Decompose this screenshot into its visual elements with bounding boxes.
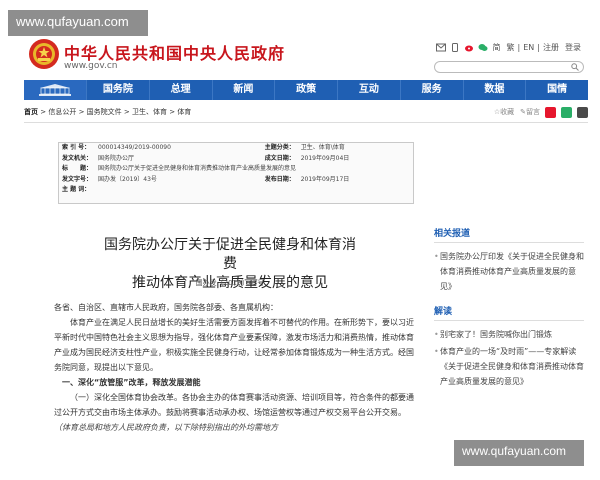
mobile-icon[interactable] <box>450 43 460 52</box>
responsibility-note: （体育总局和地方人民政府负责，以下除特别指出的外均需地方 <box>54 423 278 432</box>
breadcrumb-separator: > <box>123 108 132 116</box>
meta-key: 主 题 词： <box>62 186 91 193</box>
weibo-icon[interactable] <box>464 43 474 52</box>
meta-key: 索 引 号： <box>62 144 91 151</box>
favorite-label: 收藏 <box>500 108 515 116</box>
section-heading: 一、深化“放管服”改革，释放发展潜能 <box>62 378 201 387</box>
sidebar: 相关报道 • 国务院办公厅印发《关于促进全民健身和体育消费推动体育产业高质量发展… <box>434 226 584 391</box>
separator: | <box>517 43 521 52</box>
interpretation-title: 解读 <box>434 304 584 321</box>
search-icon[interactable] <box>571 63 579 71</box>
comment-button[interactable]: ✎ 留言 <box>520 104 540 120</box>
related-report-item[interactable]: • 国务院办公厅印发《关于促进全民健身和体育消费推动体育产业高质量发展的意见》 <box>434 249 584 294</box>
page-tools: ☆ 收藏 ✎ 留言 <box>488 104 588 120</box>
paragraph: （一）深化全国体育协会改革。各协会主办的体育赛事活动资源、培训项目等，符合条件的… <box>54 390 414 435</box>
breadcrumb-info-public[interactable]: 信息公开 <box>48 108 76 116</box>
link-simplified[interactable]: 简 <box>493 42 501 53</box>
meta-row: 发文字号： 国办发〔2019〕43号 发布日期： 2019年09月17日 <box>59 175 413 186</box>
watermark-top: www.qufayuan.com <box>8 10 148 36</box>
meta-value: 2019年09月04日 <box>300 154 350 162</box>
meta-key: 标 题： <box>62 165 93 172</box>
salutation: 各省、自治区、直辖市人民政府，国务院各部委、各直属机构： <box>54 303 278 312</box>
meta-row: 标 题： 国务院办公厅关于促进全民健身和体育消费推动体育产业高质量发展的意见 <box>59 164 413 175</box>
meta-value: 2019年09月17日 <box>300 175 350 183</box>
share-weibo-icon[interactable] <box>545 106 556 118</box>
breadcrumb: 首页 > 信息公开 > 国务院文件 > 卫生、体育 > 体育 ☆ 收藏 ✎ 留言 <box>24 104 588 120</box>
paragraph-text: （一）深化全国体育协会改革。各协会主办的体育赛事活动资源、培训项目等，符合条件的… <box>54 393 414 417</box>
link-english[interactable]: EN <box>523 43 534 52</box>
interpretation-item[interactable]: • 体育产业的一场“及时雨”——专家解读《关于促进全民健身和体育消费推动体育产业… <box>434 344 584 389</box>
share-wechat-icon[interactable] <box>561 106 572 118</box>
nav-news[interactable]: 新闻 <box>211 80 275 100</box>
document-metadata: 索 引 号： 000014349/2019-00090 主题分类： 卫生、体育\… <box>58 142 414 204</box>
nav-home[interactable] <box>24 80 86 100</box>
site-header: 中华人民共和国中央人民政府 www.gov.cn 简 繁 | EN | 注册 登… <box>24 34 584 78</box>
breadcrumb-separator: > <box>78 108 87 116</box>
watermark-bottom: www.qufayuan.com <box>454 440 584 466</box>
comment-label: 留言 <box>526 108 540 116</box>
separator: | <box>537 43 540 52</box>
nav-state-council[interactable]: 国务院 <box>86 80 149 100</box>
meta-row: 发文机关： 国务院办公厅 成文日期： 2019年09月04日 <box>59 154 413 165</box>
breadcrumb-state-council-docs[interactable]: 国务院文件 <box>87 108 122 116</box>
meta-value: 000014349/2019-00090 <box>98 144 171 151</box>
meta-key: 发文字号： <box>62 175 93 183</box>
meta-key: 发布日期： <box>264 175 295 183</box>
document-body: 各省、自治区、直辖市人民政府，国务院各部委、各直属机构： 体育产业在满足人民日益… <box>54 300 414 435</box>
link-login[interactable]: 登录 <box>565 42 581 53</box>
national-emblem-icon[interactable] <box>28 38 60 70</box>
link-traditional[interactable]: 繁 <box>507 42 515 53</box>
meta-value <box>95 185 413 196</box>
favorite-button[interactable]: ☆ 收藏 <box>494 104 514 120</box>
nav-policy[interactable]: 政策 <box>274 80 337 100</box>
meta-key: 主题分类： <box>264 144 295 151</box>
nav-data[interactable]: 数据 <box>462 80 526 100</box>
nav-national-info[interactable]: 国情 <box>525 80 588 100</box>
document-number: 国办发〔2019〕43号 <box>195 279 265 287</box>
breadcrumb-sports[interactable]: 体育 <box>177 108 191 116</box>
related-reports-title: 相关报道 <box>434 226 584 243</box>
meta-key: 成文日期： <box>264 154 295 162</box>
breadcrumb-health-sports[interactable]: 卫生、体育 <box>132 108 167 116</box>
meta-value: 国办发〔2019〕43号 <box>98 175 157 183</box>
paragraph: 体育产业在满足人民日益增长的美好生活需要方面发挥着不可替代的作用。在新形势下，要… <box>54 318 414 372</box>
meta-row: 索 引 号： 000014349/2019-00090 主题分类： 卫生、体育\… <box>59 143 413 154</box>
share-qzone-icon[interactable] <box>577 106 588 118</box>
page: www.qufayuan.com 中华人民共和国中央人民政府 www.gov.c… <box>0 0 600 480</box>
wechat-icon[interactable] <box>478 43 488 52</box>
meta-value: 卫生、体育\体育 <box>300 144 345 151</box>
meta-key: 发文机关： <box>62 154 93 162</box>
interpretation-link[interactable]: 体育产业的一场“及时雨”——专家解读《关于促进全民健身和体育消费推动体育产业高质… <box>440 344 584 389</box>
interpretation-link[interactable]: 别宅家了！国务院喊你出门锻炼 <box>440 327 584 342</box>
great-hall-icon <box>39 84 71 96</box>
document-title-line1: 国务院办公厅关于促进全民健身和体育消费 <box>104 237 356 272</box>
main-nav: 国务院 总理 新闻 政策 互动 服务 数据 国情 <box>24 80 588 100</box>
mail-icon[interactable] <box>435 43 446 52</box>
interpretation-item[interactable]: • 别宅家了！国务院喊你出门锻炼 <box>434 327 584 342</box>
nav-premier[interactable]: 总理 <box>148 80 212 100</box>
site-url: www.gov.cn <box>64 61 118 71</box>
meta-value: 国务院办公厅 <box>98 154 135 162</box>
top-links: 简 繁 | EN | 注册 登录 <box>434 42 584 53</box>
nav-services[interactable]: 服务 <box>399 80 463 100</box>
meta-row: 主 题 词： <box>59 185 413 196</box>
search-input[interactable] <box>434 61 584 73</box>
nav-interaction[interactable]: 互动 <box>337 80 400 100</box>
related-report-link[interactable]: 国务院办公厅印发《关于促进全民健身和体育消费推动体育产业高质量发展的意见》 <box>440 249 584 294</box>
link-register[interactable]: 注册 <box>543 42 559 53</box>
meta-value: 国务院办公厅关于促进全民健身和体育消费推动体育产业高质量发展的意见 <box>98 165 297 172</box>
breadcrumb-home[interactable]: 首页 <box>24 108 38 116</box>
